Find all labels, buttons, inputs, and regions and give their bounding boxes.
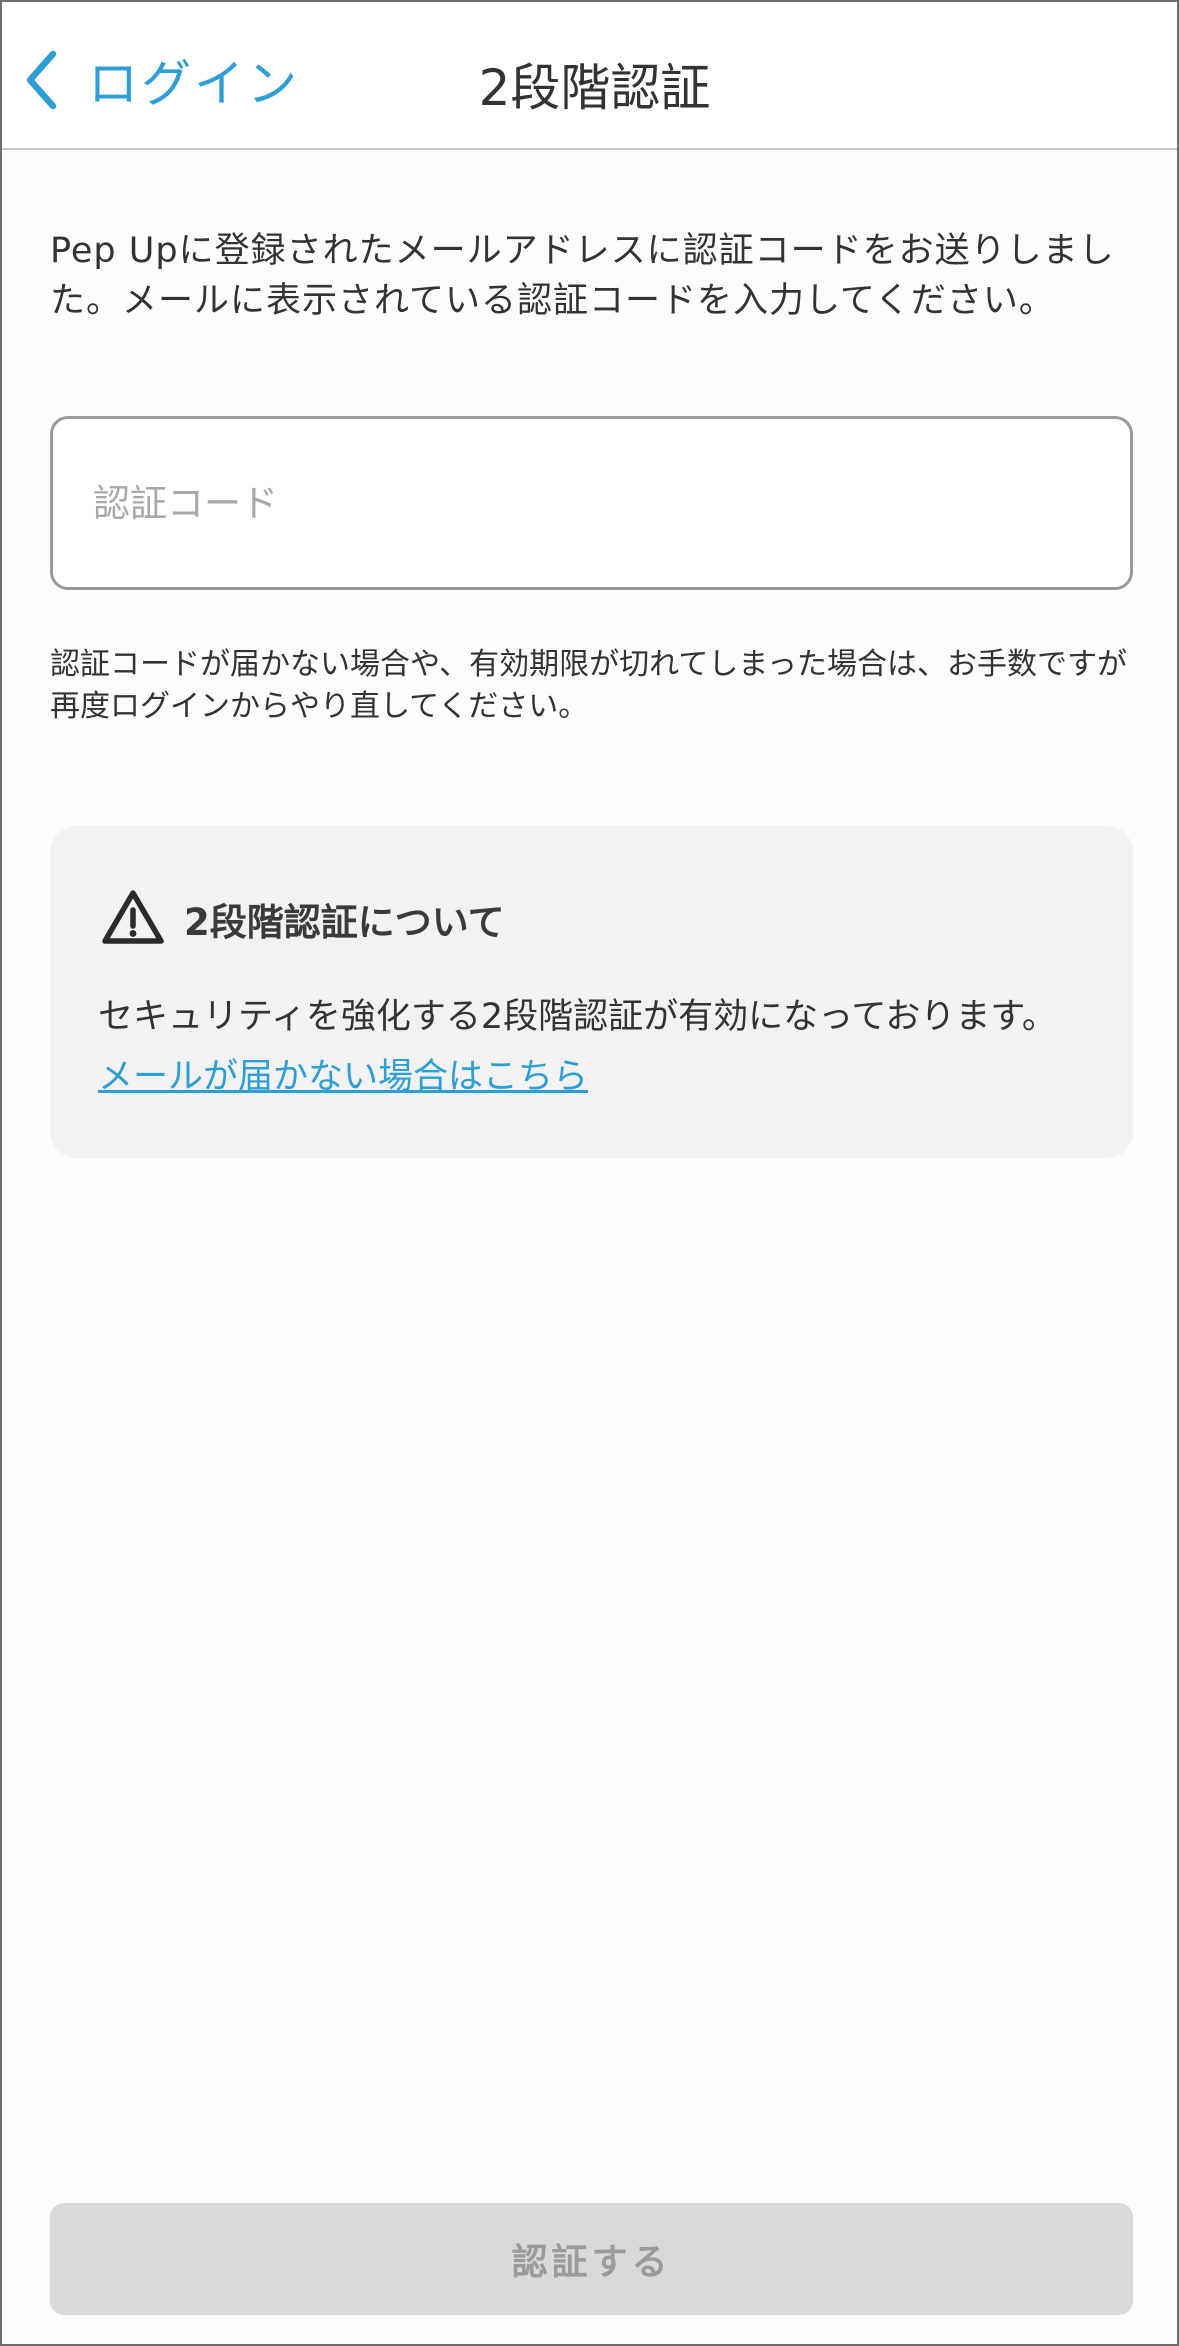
navigation-bar: ログイン 2段階認証 <box>2 2 1177 150</box>
info-card-body: セキュリティを強化する2段階認証が有効になっております。 <box>98 997 1057 1037</box>
two-factor-info-card: 2段階認証について セキュリティを強化する2段階認証が有効になっております。 メ… <box>50 826 1133 1158</box>
warning-icon <box>100 888 166 950</box>
two-factor-auth-screen: ログイン 2段階認証 Pep Upに登録されたメールアドレスに認証コードをお送り… <box>0 0 1179 2346</box>
page-title: 2段階認証 <box>478 59 711 117</box>
verify-button[interactable]: 認証する <box>50 2203 1133 2315</box>
info-card-header: 2段階認証について <box>100 888 505 950</box>
verification-code-input[interactable] <box>50 416 1133 590</box>
resend-note-text: 認証コードが届かない場合や、有効期限が切れてしまった場合は、お手数ですが再度ログ… <box>50 647 1127 724</box>
info-card-title: 2段階認証について <box>184 901 505 944</box>
email-not-received-link[interactable]: メールが届かない場合はこちら <box>98 1052 588 1102</box>
instruction-text: Pep Upに登録されたメールアドレスに認証コードをお送りしました。メールに表示… <box>50 231 1115 321</box>
